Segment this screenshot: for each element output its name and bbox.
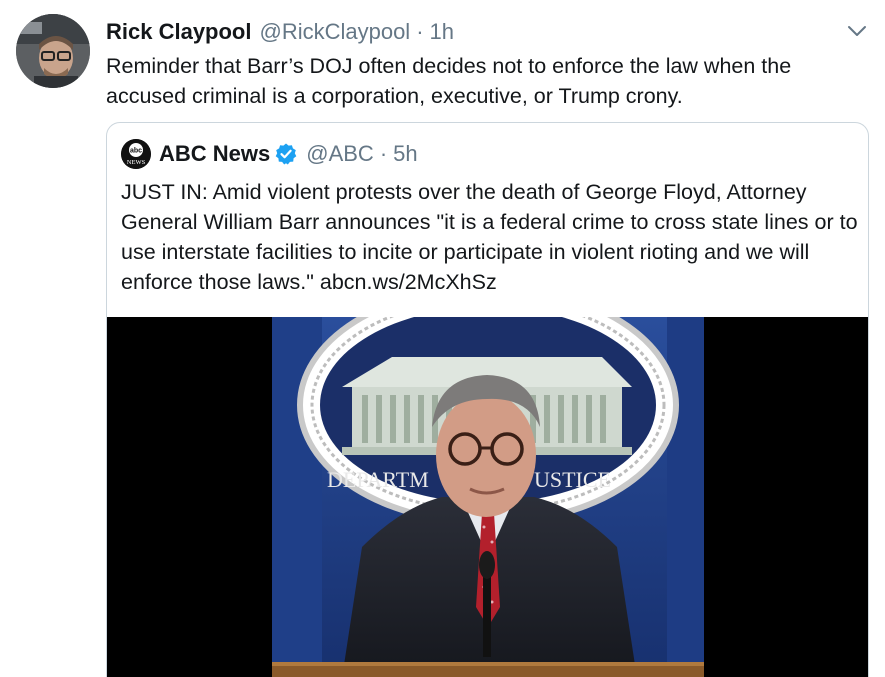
tweet-header: Rick Claypool @RickClaypool · 1h [106,17,454,47]
quoted-tweet-text: JUST IN: Amid violent protests over the … [121,177,861,297]
abc-news-logo-icon[interactable]: abc NEWS [121,139,151,169]
svg-text:USTICE: USTICE [534,467,611,492]
svg-text:abc: abc [130,148,142,155]
separator-dot: · [379,141,388,166]
video-thumbnail[interactable]: DEPARTM USTICE [107,317,868,677]
author-handle[interactable]: @RickClaypool [259,19,410,45]
quoted-tweet[interactable]: abc NEWS ABC News @ABC · 5h JUST IN: Ami… [106,122,869,677]
tweet-text: Reminder that Barr’s DOJ often decides n… [106,54,792,108]
avatar[interactable] [16,14,90,88]
avatar-image [16,14,90,88]
svg-text:DEPARTM: DEPARTM [327,467,429,492]
tweet: Rick Claypool @RickClaypool · 1h Reminde… [0,0,885,677]
quoted-tweet-header: abc NEWS ABC News @ABC · 5h [121,139,418,169]
quoted-tweet-link[interactable]: abcn.ws/2McXhSz [320,270,497,294]
tweet-timestamp[interactable]: 1h [430,19,454,45]
verified-badge-icon [275,143,297,165]
quoted-author-display-name[interactable]: ABC News [159,141,270,167]
press-conference-image: DEPARTM USTICE [272,317,704,677]
chevron-down-icon[interactable] [846,22,868,40]
quoted-tweet-timestamp[interactable]: 5h [393,141,417,167]
author-display-name[interactable]: Rick Claypool [106,19,251,45]
quoted-author-handle[interactable]: @ABC [306,141,374,167]
separator-dot: · [416,19,424,44]
svg-text:NEWS: NEWS [127,159,146,166]
